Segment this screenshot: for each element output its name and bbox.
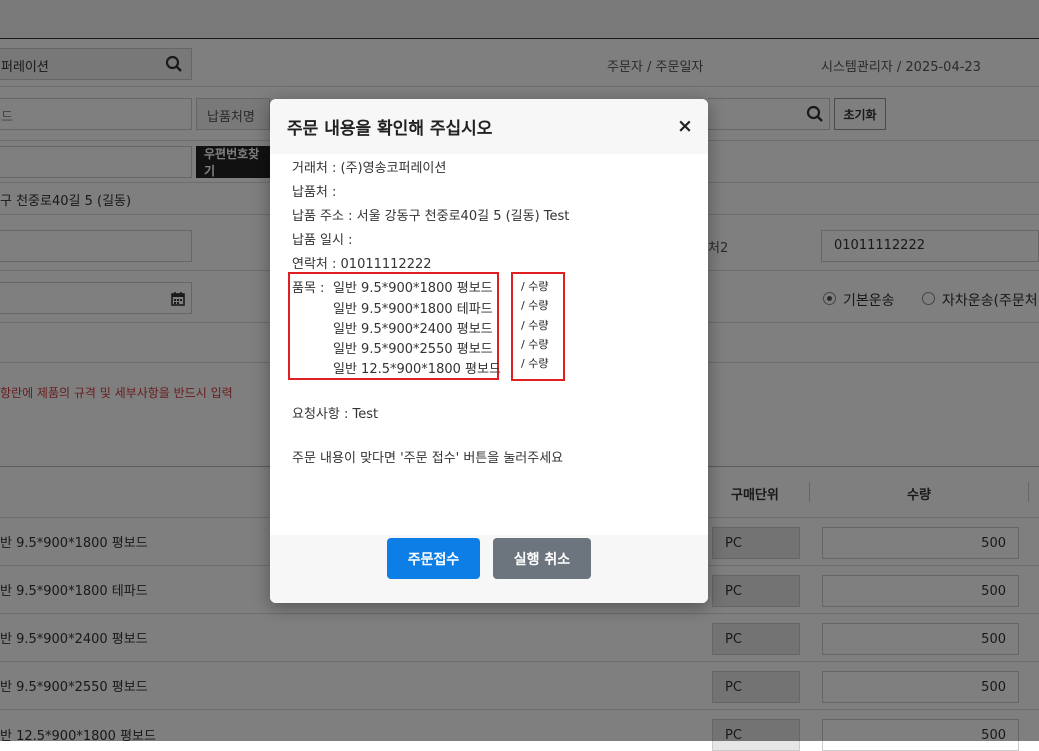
qty-label: / 수량 [521, 299, 549, 312]
confirm-instruction: 주문 내용이 맞다면 '주문 접수' 버튼을 눌러주세요 [292, 451, 564, 466]
item-line: 일반 9.5*900*1800 테파드 [333, 302, 493, 317]
item-line: 일반 9.5*900*2400 평보드 [333, 322, 493, 337]
cancel-button[interactable]: 실행 취소 [493, 538, 591, 579]
item-line: 일반 9.5*900*2550 평보드 [333, 342, 493, 357]
datetime-line: 납품 일시 : [292, 233, 353, 248]
modal-title: 주문 내용을 확인해 주십시오 [287, 119, 493, 139]
qty-label: / 수량 [521, 319, 549, 332]
qty-label: / 수량 [521, 280, 549, 293]
items-label: 품목 : [292, 281, 325, 296]
delivery-line: 납품처 : [292, 185, 337, 200]
modal-footer [270, 535, 708, 603]
submit-order-button[interactable]: 주문접수 [387, 538, 480, 579]
request-line: 요청사항 : Test [292, 407, 379, 422]
address-line: 납품 주소 : 서울 강동구 천중로40길 5 (길동) Test [292, 209, 570, 224]
item-line: 일반 12.5*900*1800 평보드 [333, 362, 501, 377]
item-line: 일반 9.5*900*1800 평보드 [333, 281, 493, 296]
qty-label: / 수량 [521, 338, 549, 351]
qty-label: / 수량 [521, 357, 549, 370]
order-confirm-modal: 주문 내용을 확인해 주십시오 × 거래처 : (주)영송코퍼레이션 납품처 :… [270, 99, 708, 603]
contact-line: 연락처 : 01011112222 [292, 257, 432, 272]
partner-line: 거래처 : (주)영송코퍼레이션 [292, 161, 447, 176]
close-icon[interactable]: × [677, 115, 693, 137]
